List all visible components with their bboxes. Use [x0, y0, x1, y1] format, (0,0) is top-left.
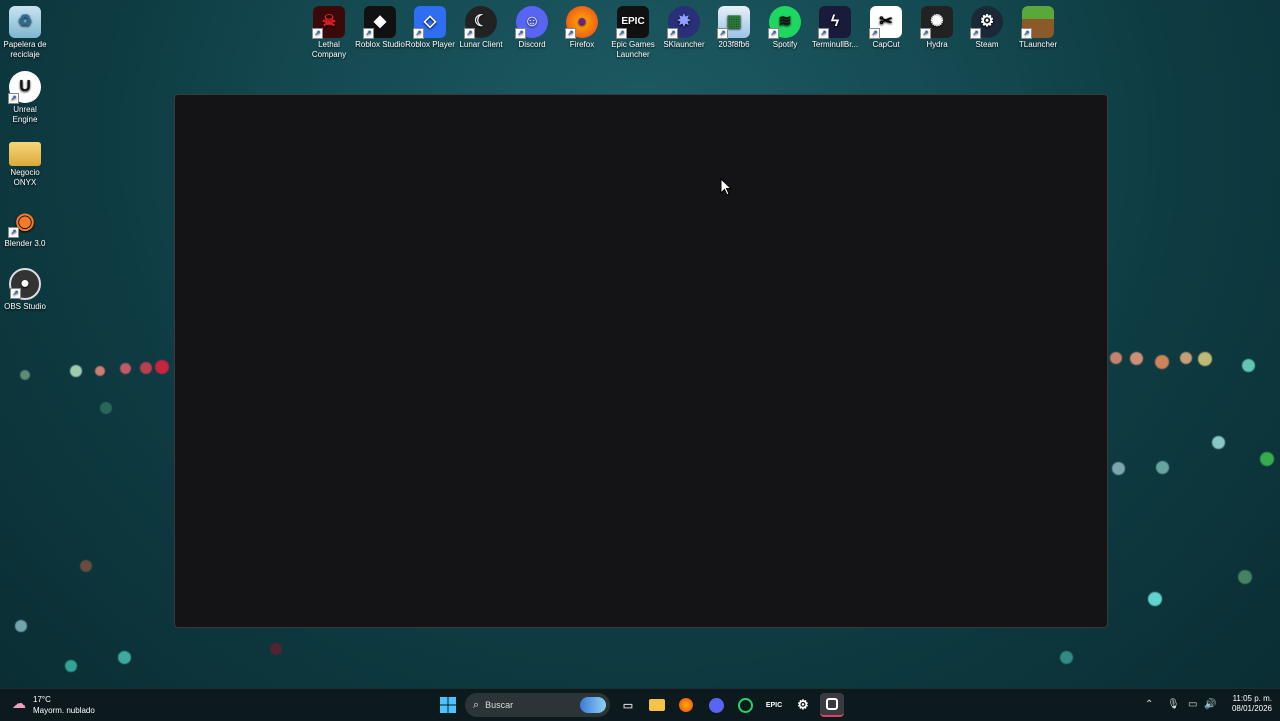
desktop-icon-label: Discord [518, 40, 546, 49]
hydra-icon: ✺ ↗ [920, 6, 953, 39]
roblox-studio-icon: ◆ ↗ [363, 6, 396, 39]
desktop-icon-label: Spotify [772, 40, 798, 49]
desktop-icon-label: Blender 3.0 [4, 239, 46, 248]
desktop-icon-roblox-player[interactable]: ◇ ↗ Roblox Player [405, 6, 455, 50]
weather-icon: ☁ [12, 695, 26, 711]
tlauncher-icon: ↗ [1021, 6, 1054, 39]
desktop-icon-label: CapCut [872, 40, 900, 49]
discord-icon: ☺ ↗ [515, 6, 548, 39]
weather-temp: 17°C [33, 695, 51, 704]
taskbar-discord[interactable] [704, 693, 728, 717]
windows-logo-icon [440, 697, 456, 713]
steam-icon: ⚙ ↗ [970, 6, 1003, 39]
lethal-company-icon: ☠ ↗ [312, 6, 345, 39]
unreal-engine-icon: U ↗ [8, 71, 41, 104]
desktop-icon-capcut[interactable]: ✂ ↗ CapCut [861, 6, 911, 50]
desktop-icon-hydra[interactable]: ✺ ↗ Hydra [912, 6, 962, 50]
start-button[interactable] [436, 693, 460, 717]
taskbar-file-explorer[interactable] [645, 693, 669, 717]
desktop-icon-discord[interactable]: ☺ ↗ Discord [507, 6, 557, 50]
desktop-icon-label: Steam [975, 40, 999, 49]
desktop-icon-lunar-client[interactable]: ☾ ↗ Lunar Client [456, 6, 506, 50]
folder-icon [9, 142, 41, 166]
obs-icon: ● ↗ [9, 268, 41, 300]
desktop-icon-epic-games[interactable]: EPIC ↗ Epic Games Launcher [608, 6, 658, 60]
search-placeholder: Buscar [485, 700, 514, 710]
desktop-icon-label: Hydra [926, 40, 948, 49]
microphone-icon[interactable]: 🎙 [1167, 699, 1180, 710]
app-icon [826, 698, 838, 710]
recycle-bin-icon: ♻ [9, 6, 41, 38]
file-icon: ▦ ↗ [717, 6, 750, 39]
taskbar-active-app[interactable] [820, 693, 844, 717]
search-icon: ⌕ [473, 698, 480, 711]
capcut-icon: ✂ ↗ [869, 6, 902, 39]
desktop-icon-spotify[interactable]: ≋ ↗ Spotify [760, 6, 810, 50]
discord-icon [708, 697, 724, 713]
desktop-icon-blender[interactable]: ◉ ↗ Blender 3.0 [0, 205, 50, 249]
taskbar-search[interactable]: ⌕ Buscar [465, 693, 610, 717]
roblox-player-icon: ◇ ↗ [413, 6, 446, 39]
desktop-icon-label: 203f8fb6 [718, 40, 750, 49]
desktop-icon-label: TLauncher [1018, 40, 1058, 49]
desktop-icon-203f8fb6[interactable]: ▦ ↗ 203f8fb6 [709, 6, 759, 50]
taskbar: ☁ 17°C Mayorm. nublado ⌕ Buscar ▭ EPIC ⚙… [0, 688, 1280, 721]
desktop-icon-unreal-engine[interactable]: U ↗ Unreal Engine [0, 71, 50, 125]
system-clock[interactable]: 11:05 p. m. 08/01/2026 [1222, 694, 1272, 714]
desktop-icon-label: Epic Games Launcher [611, 40, 655, 59]
desktop-icon-terminull[interactable]: ϟ ↗ TerminullBr... [810, 6, 860, 50]
epic-games-icon: EPIC ↗ [616, 6, 649, 39]
desktop-icon-label: Unreal Engine [12, 105, 38, 124]
desktop-icon-label: Roblox Player [405, 40, 455, 49]
desktop-icon-negocio-onyx[interactable]: Negocio ONYX [0, 138, 50, 188]
weather-widget[interactable]: ☁ 17°C Mayorm. nublado [12, 692, 122, 718]
firefox-icon [679, 698, 693, 712]
folder-icon [649, 699, 665, 711]
desktop-icon-label: SKlauncher [663, 40, 705, 49]
taskbar-epic-games[interactable]: EPIC [762, 693, 786, 717]
terminull-icon: ϟ ↗ [818, 6, 851, 39]
chevron-up-icon[interactable]: ⌃ [1145, 699, 1153, 710]
taskbar-firefox[interactable] [674, 693, 698, 717]
desktop-icon-tlauncher[interactable]: ↗ TLauncher [1013, 6, 1063, 50]
desktop-icon-obs-studio[interactable]: ● ↗ OBS Studio [0, 268, 50, 312]
desktop-icon-label: Firefox [569, 40, 595, 49]
desktop-icon-label: Lunar Client [459, 40, 503, 49]
desktop-icon-label: TerminullBr... [811, 40, 859, 49]
desktop-icon-label: Negocio ONYX [10, 168, 40, 187]
spotify-icon: ≋ ↗ [768, 6, 801, 39]
desktop-icon-lethal-company[interactable]: ☠ ↗ Lethal Company [304, 6, 354, 60]
firefox-icon: ● ↗ [565, 6, 598, 39]
epic-games-icon: EPIC [765, 701, 783, 709]
taskbar-steam[interactable]: ⚙ [791, 693, 815, 717]
blender-icon: ◉ ↗ [8, 205, 41, 238]
whatsapp-icon [737, 697, 753, 713]
sklauncher-icon: ✸ ↗ [667, 6, 700, 39]
desktop-icon-recycle-bin[interactable]: ♻ Papelera de reciclaje [0, 6, 50, 60]
desktop-icon-firefox[interactable]: ● ↗ Firefox [557, 6, 607, 50]
desktop-icon-label: Papelera de reciclaje [3, 40, 47, 59]
desktop-icon-label: Lethal Company [311, 40, 347, 59]
task-view-button[interactable]: ▭ [616, 693, 640, 717]
taskbar-whatsapp[interactable] [733, 693, 757, 717]
steam-icon: ⚙ [797, 697, 809, 712]
mouse-cursor-icon [720, 178, 732, 196]
task-view-icon: ▭ [622, 699, 634, 712]
clock-time: 11:05 p. m. [1232, 694, 1272, 703]
desktop-icon-label: OBS Studio [4, 302, 46, 311]
volume-icon[interactable]: 🔊 [1204, 699, 1216, 710]
weather-condition: Mayorm. nublado [33, 706, 95, 715]
lunar-client-icon: ☾ ↗ [464, 6, 497, 39]
desktop-icon-roblox-studio[interactable]: ◆ ↗ Roblox Studio [355, 6, 405, 50]
desktop-icon-label: Roblox Studio [355, 40, 405, 49]
network-icon[interactable]: ▭ [1188, 699, 1197, 710]
desktop-icon-sklauncher[interactable]: ✸ ↗ SKlauncher [659, 6, 709, 50]
desktop-icon-steam[interactable]: ⚙ ↗ Steam [962, 6, 1012, 50]
clock-date: 08/01/2026 [1231, 704, 1272, 713]
search-highlight-icon [580, 697, 606, 713]
app-window[interactable] [174, 94, 1108, 628]
